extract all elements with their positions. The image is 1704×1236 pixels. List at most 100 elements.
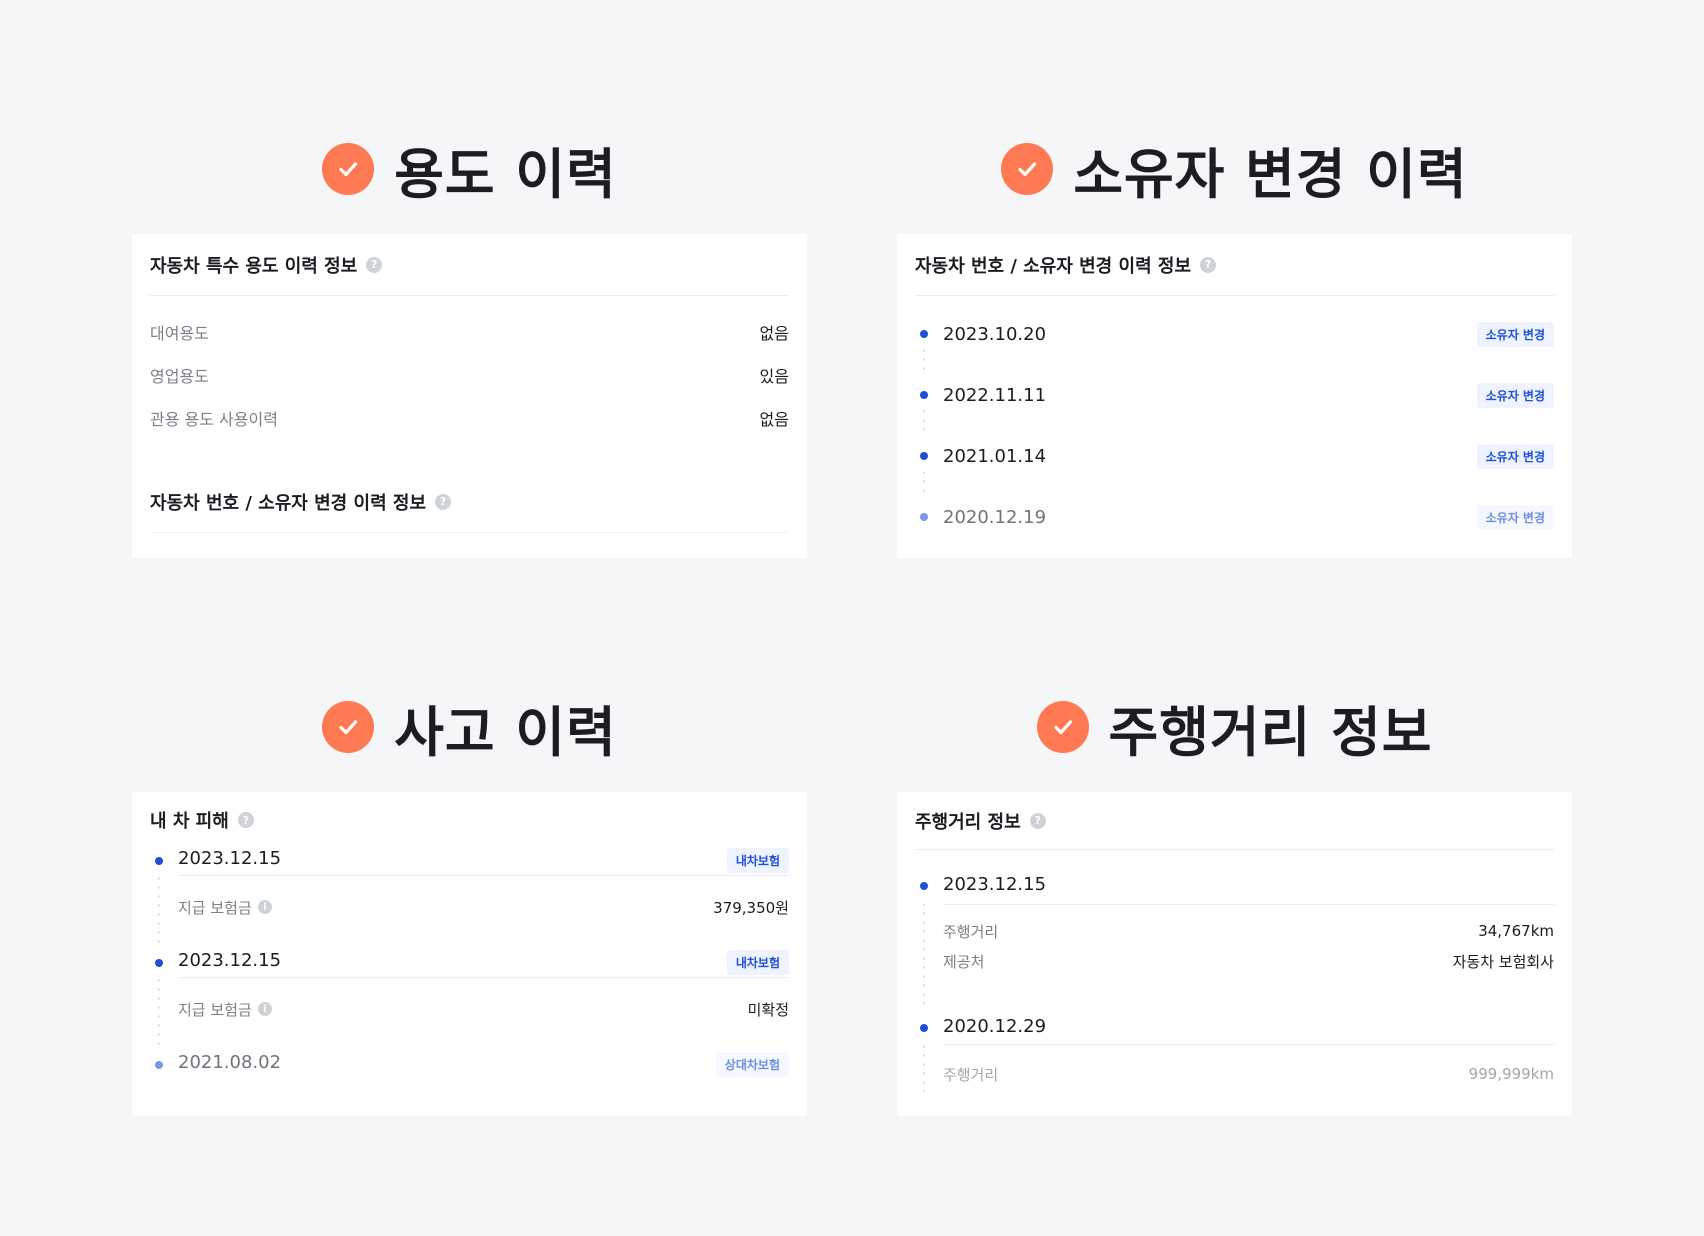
provider-row: 제공처 자동차 보험회사 — [943, 945, 1554, 977]
timeline-dot-icon — [920, 1024, 928, 1032]
accident-history-section: 사고 이력 내 차 피해 ? 2023.12.15 내차보험 지급 보험금 i — [132, 684, 807, 1116]
card-title: 자동차 번호 / 소유자 변경 이력 정보 — [915, 255, 1192, 277]
owner-change-badge: 소유자 변경 — [1476, 322, 1554, 347]
question-circle-icon[interactable]: ? — [366, 256, 383, 273]
timeline-head: 2023.10.20 소유자 변경 — [943, 322, 1554, 347]
timeline-dot-icon — [920, 452, 928, 460]
check-circle-icon — [322, 143, 375, 195]
usage-value: 없음 — [759, 323, 789, 343]
insurance-badge: 상대차보험 — [715, 1052, 789, 1077]
section-title: 사고 이력 — [394, 700, 617, 764]
question-circle-icon[interactable]: ? — [237, 812, 254, 828]
timeline-dot-icon — [920, 513, 928, 521]
timeline-connector — [923, 900, 925, 1008]
section-heading: 용도 이력 — [132, 126, 807, 212]
sub-card-header: 자동차 번호 / 소유자 변경 이력 정보 ? — [150, 471, 789, 533]
section-title: 용도 이력 — [394, 142, 617, 206]
list-item: 관용 용도 사용이력 없음 — [150, 396, 789, 439]
timeline-head: 2020.12.29 — [943, 1016, 1554, 1045]
usage-label: 영업용도 — [150, 366, 209, 386]
check-circle-icon — [1001, 143, 1054, 195]
mileage-label: 주행거리 — [943, 1065, 999, 1084]
timeline-connector — [923, 468, 925, 496]
owner-date: 2022.11.11 — [943, 385, 1047, 406]
mileage-date: 2020.12.29 — [943, 1016, 1047, 1037]
owner-change-badge: 소유자 변경 — [1476, 505, 1554, 530]
question-circle-icon[interactable]: ? — [1029, 812, 1046, 829]
card-title: 주행거리 정보 — [915, 811, 1021, 833]
usage-list: 대여용도 없음 영업용도 있음 관용 용도 사용이력 없음 — [150, 296, 789, 439]
payout-label-wrap: 지급 보험금 i — [178, 897, 272, 918]
usage-card: 자동차 특수 용도 이력 정보 ? 대여용도 없음 영업용도 있음 관용 용도 … — [132, 234, 807, 558]
timeline-connector — [158, 976, 160, 1046]
list-item: 2021.01.14 소유자 변경 — [915, 444, 1554, 505]
timeline-dot-icon — [155, 1061, 163, 1069]
mileage-timeline: 2023.12.15 주행거리 34,767km 제공처 자동차 보험회사 20… — [915, 850, 1554, 1096]
usage-value: 없음 — [759, 409, 789, 429]
payout-label: 지급 보험금 — [178, 1000, 252, 1019]
info-icon[interactable]: i — [257, 1002, 272, 1016]
timeline-connector — [158, 874, 160, 944]
accident-date: 2023.12.15 — [178, 848, 282, 869]
info-icon[interactable]: i — [257, 900, 272, 914]
list-item: 2023.10.20 소유자 변경 — [915, 322, 1554, 383]
timeline-dot-icon — [920, 330, 928, 338]
payout-value: 379,350원 — [713, 898, 789, 917]
question-circle-icon[interactable]: ? — [1200, 256, 1217, 273]
timeline-connector — [923, 407, 925, 435]
timeline-connector — [923, 1042, 925, 1092]
timeline-dot-icon — [920, 391, 928, 399]
timeline-head: 2021.01.14 소유자 변경 — [943, 444, 1554, 469]
usage-label: 관용 용도 사용이력 — [150, 409, 278, 429]
owner-history-section: 소유자 변경 이력 자동차 번호 / 소유자 변경 이력 정보 ? 2023.1… — [897, 126, 1572, 558]
payout-row: 지급 보험금 i 379,350원 — [178, 876, 789, 932]
accident-card: 내 차 피해 ? 2023.12.15 내차보험 지급 보험금 i 379,35… — [132, 792, 807, 1116]
usage-label: 대여용도 — [150, 323, 209, 343]
check-circle-icon — [322, 701, 375, 753]
list-item: 2021.08.02 상대차보험 — [150, 1052, 789, 1092]
check-circle-icon — [1036, 701, 1089, 753]
mileage-value: 34,767km — [1478, 922, 1554, 940]
mileage-card: 주행거리 정보 ? 2023.12.15 주행거리 34,767km 제공처 자… — [897, 792, 1572, 1116]
usage-history-section: 용도 이력 자동차 특수 용도 이력 정보 ? 대여용도 없음 영업용도 있음 … — [132, 126, 807, 558]
list-item: 2023.12.15 내차보험 지급 보험금 i 미확정 — [150, 950, 789, 1052]
card-header: 내 차 피해 ? — [150, 792, 789, 848]
question-circle-icon[interactable]: ? — [435, 493, 452, 510]
owner-timeline: 2023.10.20 소유자 변경 2022.11.11 소유자 변경 2021… — [915, 296, 1554, 545]
insurance-badge: 내차보험 — [726, 848, 789, 873]
payout-label-wrap: 지급 보험금 i — [178, 999, 272, 1020]
mileage-row: 주행거리 34,767km — [943, 905, 1554, 945]
mileage-row: 주행거리 999,999km — [943, 1045, 1554, 1089]
card-title: 자동차 특수 용도 이력 정보 — [150, 255, 358, 277]
mileage-value: 999,999km — [1468, 1065, 1554, 1083]
provider-label: 제공처 — [943, 952, 985, 971]
list-item: 영업용도 있음 — [150, 353, 789, 396]
timeline-dot-icon — [155, 959, 163, 967]
accident-date: 2023.12.15 — [178, 950, 282, 971]
accident-timeline: 2023.12.15 내차보험 지급 보험금 i 379,350원 2023.1… — [150, 848, 789, 1092]
owner-change-badge: 소유자 변경 — [1476, 444, 1554, 469]
timeline-head: 2023.12.15 — [943, 874, 1554, 905]
timeline-head: 2021.08.02 상대차보험 — [178, 1052, 789, 1077]
timeline-head: 2022.11.11 소유자 변경 — [943, 383, 1554, 408]
owner-date: 2020.12.19 — [943, 507, 1047, 528]
owner-date: 2021.01.14 — [943, 446, 1047, 467]
timeline-head: 2020.12.19 소유자 변경 — [943, 505, 1554, 530]
accident-date: 2021.08.02 — [178, 1052, 282, 1073]
sub-card-title: 자동차 번호 / 소유자 변경 이력 정보 — [150, 492, 427, 514]
mileage-label: 주행거리 — [943, 922, 999, 941]
card-header: 자동차 번호 / 소유자 변경 이력 정보 ? — [915, 234, 1554, 296]
card-header: 자동차 특수 용도 이력 정보 ? — [150, 234, 789, 296]
timeline-dot-icon — [920, 882, 928, 890]
payout-label: 지급 보험금 — [178, 898, 252, 917]
section-title: 소유자 변경 이력 — [1073, 142, 1468, 206]
owner-date: 2023.10.20 — [943, 324, 1047, 345]
timeline-head: 2023.12.15 내차보험 — [178, 950, 789, 978]
section-heading: 사고 이력 — [132, 684, 807, 770]
mileage-date: 2023.12.15 — [943, 874, 1047, 895]
list-item: 2020.12.19 소유자 변경 — [915, 505, 1554, 545]
mileage-section: 주행거리 정보 주행거리 정보 ? 2023.12.15 주행거리 34,767… — [897, 684, 1572, 1116]
timeline-head: 2023.12.15 내차보험 — [178, 848, 789, 876]
list-item: 2023.12.15 주행거리 34,767km 제공처 자동차 보험회사 — [915, 874, 1554, 1016]
payout-value: 미확정 — [747, 1000, 789, 1019]
